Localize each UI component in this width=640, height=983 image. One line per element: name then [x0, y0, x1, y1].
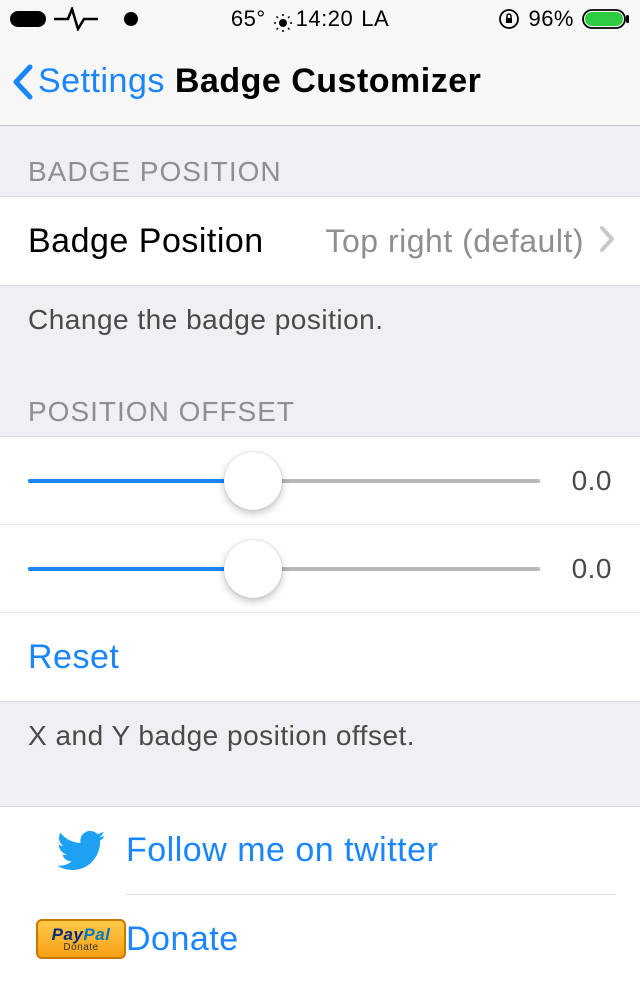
battery-percent: 96%	[528, 6, 574, 32]
offset-footer: X and Y badge position offset.	[0, 702, 640, 782]
nav-bar: Settings Badge Customizer	[0, 38, 640, 126]
twitter-cell[interactable]: Follow me on twitter	[0, 807, 640, 895]
chevron-right-icon	[598, 224, 616, 259]
badge-position-cell[interactable]: Badge Position Top right (default)	[0, 197, 640, 285]
offset-group: 0.0 0.0 Reset	[0, 436, 640, 702]
temperature: 65°	[231, 6, 266, 32]
orientation-lock-icon	[498, 8, 520, 30]
sun-icon	[274, 12, 288, 26]
badge-position-footer: Change the badge position.	[0, 286, 640, 366]
status-bar: 65° 14:20 LA 96%	[0, 0, 640, 38]
slider-x[interactable]	[28, 461, 540, 501]
donate-label: Donate	[126, 920, 239, 959]
back-button[interactable]: Settings	[38, 62, 165, 101]
links-group: Follow me on twitter PayPal Donate Donat…	[0, 806, 640, 983]
slider-y-value: 0.0	[552, 553, 612, 585]
slider-y-thumb[interactable]	[224, 540, 282, 598]
slider-y-cell: 0.0	[0, 525, 640, 613]
slider-x-cell: 0.0	[0, 437, 640, 525]
slider-x-thumb[interactable]	[224, 452, 282, 510]
section-header-offset: POSITION OFFSET	[0, 366, 640, 436]
page-title: Badge Customizer	[175, 62, 482, 101]
paypal-donate-icon: PayPal Donate	[36, 919, 126, 959]
badge-position-group: Badge Position Top right (default)	[0, 196, 640, 286]
time: 14:20	[296, 6, 354, 32]
twitter-icon	[36, 831, 126, 871]
donate-cell[interactable]: PayPal Donate Donate	[0, 895, 640, 983]
slider-y[interactable]	[28, 549, 540, 589]
twitter-label: Follow me on twitter	[126, 831, 438, 870]
badge-position-value: Top right (default)	[325, 223, 584, 260]
slider-x-value: 0.0	[552, 465, 612, 497]
reset-label: Reset	[28, 638, 119, 677]
reset-cell[interactable]: Reset	[0, 613, 640, 701]
location-label: LA	[361, 6, 389, 32]
back-chevron-icon[interactable]	[10, 63, 34, 101]
badge-position-label: Badge Position	[28, 222, 264, 261]
section-header-badge-position: BADGE POSITION	[0, 126, 640, 196]
battery-icon	[582, 9, 630, 29]
dot-icon	[124, 12, 138, 26]
signal-icon	[10, 11, 46, 27]
activity-icon	[54, 7, 116, 31]
